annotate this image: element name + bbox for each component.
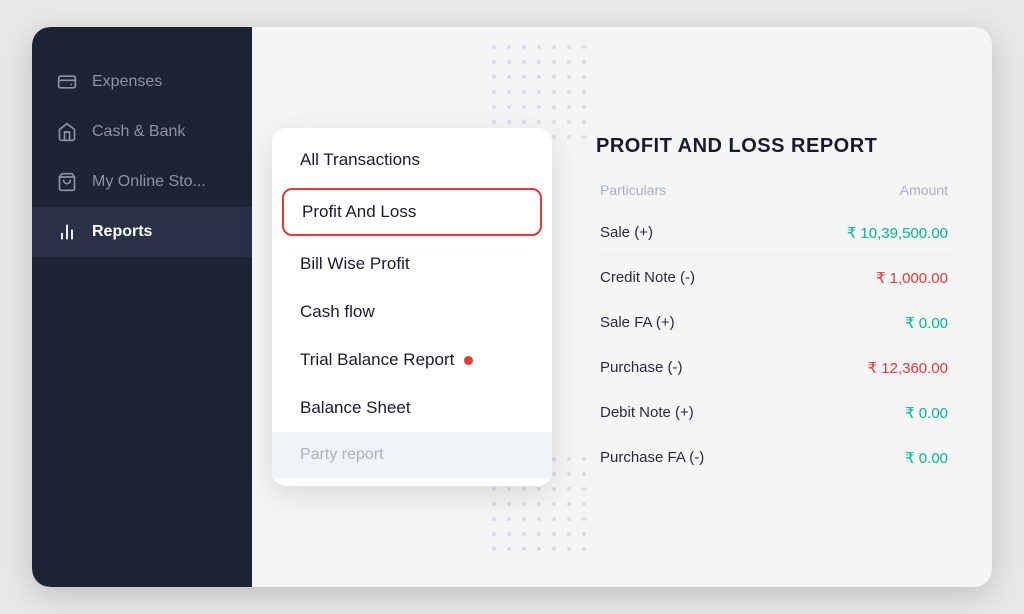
sidebar-item-online-store[interactable]: My Online Sto... xyxy=(32,157,252,207)
table-row: Purchase (-)₹ 12,360.00 xyxy=(596,345,952,390)
amount-cell: ₹ 1,000.00 xyxy=(776,255,952,300)
sidebar-item-label: Expenses xyxy=(92,73,162,91)
amount-cell: ₹ 0.00 xyxy=(776,390,952,435)
table-row: Debit Note (+)₹ 0.00 xyxy=(596,390,952,435)
dropdown-item-balance-sheet[interactable]: Balance Sheet xyxy=(272,384,552,432)
col-particulars: Particulars xyxy=(596,176,776,211)
store-icon xyxy=(56,171,78,193)
content-area: All Transactions Profit And Loss Bill Wi… xyxy=(252,27,992,587)
sidebar-item-reports[interactable]: Reports xyxy=(32,207,252,257)
particular-cell: Purchase (-) xyxy=(596,345,776,390)
particular-cell: Purchase FA (-) xyxy=(596,435,776,480)
report-table: Particulars Amount Sale (+)₹ 10,39,500.0… xyxy=(596,176,952,480)
col-amount: Amount xyxy=(776,176,952,211)
sidebar-item-label: My Online Sto... xyxy=(92,173,206,191)
bar-chart-icon xyxy=(56,221,78,243)
particular-cell: Debit Note (+) xyxy=(596,390,776,435)
report-title: PROFIT AND LOSS REPORT xyxy=(596,135,952,158)
table-row: Credit Note (-)₹ 1,000.00 xyxy=(596,255,952,300)
amount-cell: ₹ 12,360.00 xyxy=(776,345,952,390)
dropdown-item-bill-wise-profit[interactable]: Bill Wise Profit xyxy=(272,240,552,288)
amount-cell: ₹ 10,39,500.00 xyxy=(776,210,952,255)
table-row: Sale FA (+)₹ 0.00 xyxy=(596,300,952,345)
amount-cell: ₹ 0.00 xyxy=(776,300,952,345)
sidebar-item-cash-bank[interactable]: Cash & Bank xyxy=(32,107,252,157)
bank-icon xyxy=(56,121,78,143)
particular-cell: Sale FA (+) xyxy=(596,300,776,345)
main-container: Expenses Cash & Bank My Online Sto... xyxy=(32,27,992,587)
dropdown-item-all-transactions[interactable]: All Transactions xyxy=(272,136,552,184)
dropdown-menu: All Transactions Profit And Loss Bill Wi… xyxy=(272,128,552,486)
dropdown-item-party-report[interactable]: Party report xyxy=(272,432,552,478)
sidebar-item-label: Reports xyxy=(92,223,152,241)
table-row: Purchase FA (-)₹ 0.00 xyxy=(596,435,952,480)
amount-cell: ₹ 0.00 xyxy=(776,435,952,480)
trial-balance-badge xyxy=(464,356,473,365)
sidebar: Expenses Cash & Bank My Online Sto... xyxy=(32,27,252,587)
wallet-icon xyxy=(56,71,78,93)
sidebar-item-label: Cash & Bank xyxy=(92,123,185,141)
dropdown-item-profit-and-loss[interactable]: Profit And Loss xyxy=(282,188,542,236)
table-row: Sale (+)₹ 10,39,500.00 xyxy=(596,210,952,255)
report-area: PROFIT AND LOSS REPORT Particulars Amoun… xyxy=(576,125,962,490)
particular-cell: Sale (+) xyxy=(596,210,776,255)
particular-cell: Credit Note (-) xyxy=(596,255,776,300)
sidebar-item-expenses[interactable]: Expenses xyxy=(32,57,252,107)
dropdown-item-cash-flow[interactable]: Cash flow xyxy=(272,288,552,336)
dropdown-item-trial-balance[interactable]: Trial Balance Report xyxy=(272,336,552,384)
